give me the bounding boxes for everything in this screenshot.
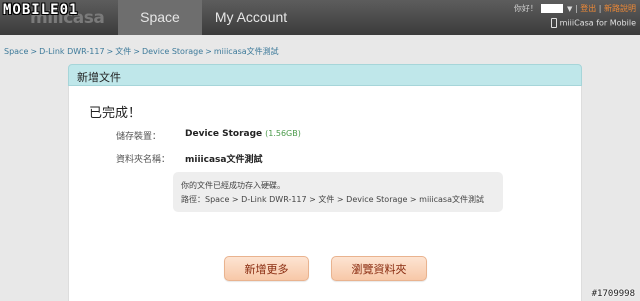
add-more-button[interactable]: 新增更多 <box>224 256 309 281</box>
watermark-logo: MOBILE01 <box>3 2 79 18</box>
user-links: 你好！ ▼ | 登出 | 新路說明 <box>514 3 636 14</box>
panel-body: 已完成！ 儲存裝置： Device Storage (1.56GB) 資料夾名稱：… <box>68 86 582 301</box>
greeting-text: 你好！ <box>513 4 538 13</box>
phone-icon <box>550 18 557 28</box>
path-line: 路徑：Space > D-Link DWR-117 > 文件 > Device … <box>181 194 484 205</box>
watermark-id: #1709998 <box>591 289 635 299</box>
storage-device-label: 儲存裝置： <box>116 132 162 142</box>
tab-my-account[interactable]: My Account <box>202 0 300 35</box>
mobile-link-label: miiiCasa for Mobile <box>559 18 636 28</box>
tab-space[interactable]: Space <box>118 0 202 35</box>
mobile-link[interactable]: miiiCasa for Mobile <box>550 18 636 28</box>
breadcrumb-separator: > <box>205 47 212 56</box>
logout-link[interactable]: 登出 <box>580 4 596 13</box>
breadcrumb-item[interactable]: D-Link DWR-117 <box>39 47 104 56</box>
folder-name-label: 資料夾名稱： <box>116 155 171 165</box>
storage-device-value: Device Storage (1.56GB) <box>185 129 301 139</box>
storage-device-name: Device Storage <box>185 129 263 139</box>
breadcrumb-item-current[interactable]: miiicasa文件測試 <box>214 47 279 56</box>
chevron-down-icon[interactable]: ▼ <box>567 5 572 13</box>
breadcrumb-separator: > <box>30 47 38 56</box>
breadcrumb-separator: > <box>133 47 140 56</box>
breadcrumb-item[interactable]: Space <box>4 47 28 56</box>
status-title: 已完成！ <box>89 106 142 121</box>
storage-size: (1.56GB) <box>265 129 301 138</box>
result-info-box: 你的文件已經成功存入硬碟。 路徑：Space > D-Link DWR-117 … <box>173 172 503 212</box>
link-separator: | <box>598 4 602 13</box>
breadcrumb-separator: > <box>106 47 114 56</box>
path-value: Space > D-Link DWR-117 > 文件 > Device Sto… <box>205 195 485 204</box>
browse-folder-button[interactable]: 瀏覽資料夾 <box>331 256 427 281</box>
breadcrumb-item[interactable]: 文件 <box>115 47 131 56</box>
path-label: 路徑： <box>181 195 205 204</box>
panel-header: 新增文件 <box>68 64 582 86</box>
folder-name-value: miiicasa文件測試 <box>185 155 263 165</box>
success-message: 你的文件已經成功存入硬碟。 <box>181 181 285 190</box>
breadcrumb-item[interactable]: Device Storage <box>142 47 203 56</box>
breadcrumb: Space > D-Link DWR-117 > 文件 > Device Storage > m… <box>4 46 279 57</box>
link-separator: | <box>574 4 578 13</box>
panel-title: 新增文件 <box>77 71 121 84</box>
username-field[interactable] <box>541 4 564 13</box>
top-navigation-bar: miiicasa MOBILE01 Space My Account 你好！ ▼… <box>0 0 640 35</box>
new-features-link[interactable]: 新路說明 <box>604 4 636 13</box>
